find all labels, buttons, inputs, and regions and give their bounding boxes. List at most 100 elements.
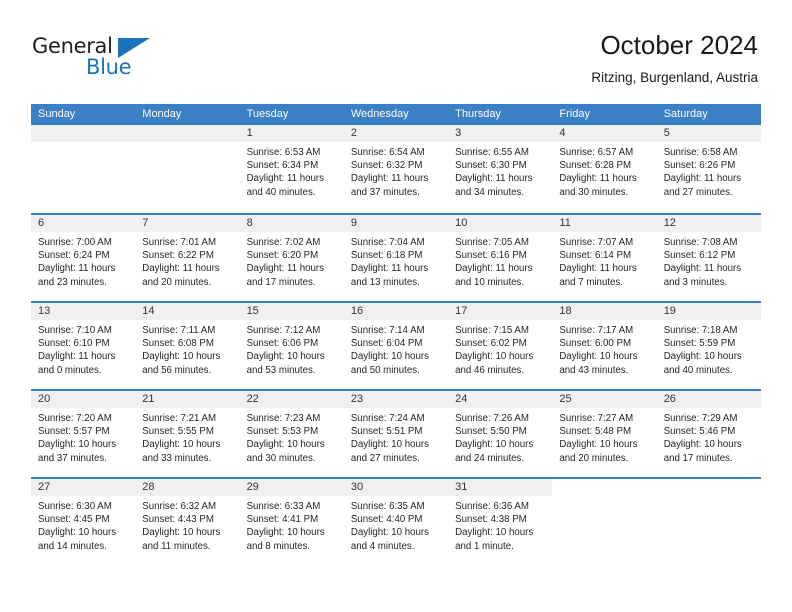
calendar-day-cell[interactable]: 11 Sunrise: 7:07 AM Sunset: 6:14 PM Dayligh… <box>552 215 657 301</box>
daylight-text-line2: and 43 minutes. <box>559 364 629 376</box>
sunrise-text: Sunrise: 6:54 AM <box>350 147 425 158</box>
calendar-weeks: 1 Sunrise: 6:53 AM Sunset: 6:34 PM Daylight… <box>31 125 761 565</box>
calendar-day-cell[interactable]: 14 Sunrise: 7:11 AM Sunset: 6:08 PM Dayligh… <box>135 303 240 389</box>
sunset-text: Sunset: 6:08 PM <box>142 338 214 350</box>
sunrise-text: Sunrise: 7:23 AM <box>246 413 321 424</box>
sunrise-text: Sunrise: 7:18 AM <box>663 325 738 336</box>
calendar-day-cell[interactable]: 31 Sunrise: 6:36 AM Sunset: 4:38 PM Dayligh… <box>448 479 553 565</box>
day-number: 4 <box>552 125 657 142</box>
sunrise-text: Sunrise: 6:36 AM <box>455 501 529 512</box>
calendar-day-cell[interactable]: 5 Sunrise: 6:58 AM Sunset: 6:26 PM Daylight… <box>656 125 761 213</box>
day-number: 29 <box>239 479 344 496</box>
title-block: October 2024 Ritzing, Burgenland, Austri… <box>591 30 758 85</box>
calendar-day-cell[interactable]: 12 Sunrise: 7:08 AM Sunset: 6:12 PM Dayligh… <box>656 215 761 301</box>
calendar-day-cell[interactable]: 16 Sunrise: 7:14 AM Sunset: 6:04 PM Dayligh… <box>343 303 449 389</box>
daylight-text-line2: and 40 minutes. <box>246 186 316 198</box>
sunrise-text: Sunrise: 7:02 AM <box>246 237 321 248</box>
calendar-day-cell[interactable]: 1 Sunrise: 6:53 AM Sunset: 6:34 PM Daylight… <box>239 125 344 213</box>
general-blue-logo[interactable]: General Blue <box>32 36 212 84</box>
daylight-text-line2: and 34 minutes. <box>455 186 525 198</box>
sunrise-text: Sunrise: 7:11 AM <box>142 325 216 336</box>
sunrise-text: Sunrise: 7:08 AM <box>663 237 738 248</box>
day-details: Sunrise: 7:26 AM Sunset: 5:50 PM Daylight:… <box>448 408 552 465</box>
daylight-text-line1: Daylight: 11 hours <box>350 263 429 275</box>
day-details: Sunrise: 7:12 AM Sunset: 6:06 PM Daylight:… <box>240 320 344 377</box>
day-number: 1 <box>239 125 344 142</box>
calendar-day-cell[interactable]: 15 Sunrise: 7:12 AM Sunset: 6:06 PM Dayligh… <box>239 303 344 389</box>
calendar-day-cell[interactable]: 25 Sunrise: 7:27 AM Sunset: 5:48 PM Dayligh… <box>552 391 657 477</box>
calendar-day-cell[interactable]: 13 Sunrise: 7:10 AM Sunset: 6:10 PM Dayligh… <box>31 303 136 389</box>
calendar-grid: Sunday Monday Tuesday Wednesday Thursday… <box>31 104 761 565</box>
sunrise-text: Sunrise: 7:21 AM <box>142 413 217 424</box>
sunrise-text: Sunrise: 7:29 AM <box>663 413 738 424</box>
calendar-day-cell[interactable]: 10 Sunrise: 7:05 AM Sunset: 6:16 PM Dayligh… <box>448 215 553 301</box>
calendar-day-cell[interactable]: 26 Sunrise: 7:29 AM Sunset: 5:46 PM Dayligh… <box>656 391 761 477</box>
sunset-text: Sunset: 6:18 PM <box>350 250 423 262</box>
daylight-text-line2: and 30 minutes. <box>246 452 316 464</box>
calendar-day-cell[interactable]: 3 Sunrise: 6:55 AM Sunset: 6:30 PM Daylight… <box>448 125 553 213</box>
calendar-day-cell[interactable]: 28 Sunrise: 6:32 AM Sunset: 4:43 PM Dayligh… <box>135 479 240 565</box>
daylight-text-line2: and 24 minutes. <box>455 452 525 464</box>
day-details: Sunrise: 6:57 AM Sunset: 6:28 PM Daylight:… <box>552 142 656 199</box>
day-number: 30 <box>343 479 449 496</box>
calendar-day-cell[interactable]: 18 Sunrise: 7:17 AM Sunset: 6:00 PM Dayligh… <box>552 303 657 389</box>
calendar-day-cell-empty <box>656 479 761 565</box>
daylight-text-line2: and 33 minutes. <box>142 452 212 464</box>
sunset-text: Sunset: 5:59 PM <box>663 338 736 350</box>
calendar-day-cell[interactable]: 30 Sunrise: 6:35 AM Sunset: 4:40 PM Dayligh… <box>343 479 449 565</box>
calendar-day-cell[interactable]: 4 Sunrise: 6:57 AM Sunset: 6:28 PM Daylight… <box>552 125 657 213</box>
sunset-text: Sunset: 6:00 PM <box>559 338 632 350</box>
calendar-week-row: 27 Sunrise: 6:30 AM Sunset: 4:45 PM Dayligh… <box>31 477 761 565</box>
sunset-text: Sunset: 5:57 PM <box>38 426 110 438</box>
sunrise-text: Sunrise: 7:26 AM <box>455 413 529 424</box>
sunrise-text: Sunrise: 6:57 AM <box>559 147 634 158</box>
day-number: 16 <box>343 303 449 320</box>
calendar-day-cell[interactable]: 2 Sunrise: 6:54 AM Sunset: 6:32 PM Daylight… <box>343 125 449 213</box>
sunset-text: Sunset: 4:43 PM <box>142 514 214 526</box>
day-number <box>656 479 761 496</box>
day-details: Sunrise: 6:33 AM Sunset: 4:41 PM Daylight:… <box>240 496 344 553</box>
calendar-day-cell[interactable]: 19 Sunrise: 7:18 AM Sunset: 5:59 PM Dayligh… <box>656 303 761 389</box>
calendar-day-cell[interactable]: 27 Sunrise: 6:30 AM Sunset: 4:45 PM Dayligh… <box>31 479 136 565</box>
day-number: 28 <box>135 479 240 496</box>
day-number: 9 <box>343 215 449 232</box>
daylight-text-line1: Daylight: 10 hours <box>455 527 534 539</box>
day-number: 3 <box>448 125 553 142</box>
day-details: Sunrise: 7:21 AM Sunset: 5:55 PM Daylight:… <box>135 408 239 465</box>
calendar-day-cell[interactable]: 22 Sunrise: 7:23 AM Sunset: 5:53 PM Dayligh… <box>239 391 344 477</box>
calendar-day-cell[interactable]: 9 Sunrise: 7:04 AM Sunset: 6:18 PM Daylight… <box>343 215 449 301</box>
sunset-text: Sunset: 5:51 PM <box>350 426 423 438</box>
day-number: 31 <box>448 479 553 496</box>
daylight-text-line2: and 0 minutes. <box>38 364 102 376</box>
sunset-text: Sunset: 6:10 PM <box>38 338 110 350</box>
calendar-day-cell[interactable]: 20 Sunrise: 7:20 AM Sunset: 5:57 PM Dayligh… <box>31 391 136 477</box>
calendar-day-cell[interactable]: 23 Sunrise: 7:24 AM Sunset: 5:51 PM Dayligh… <box>343 391 449 477</box>
daylight-text-line1: Daylight: 10 hours <box>350 439 429 451</box>
day-number: 20 <box>31 391 136 408</box>
sunrise-text: Sunrise: 7:24 AM <box>350 413 425 424</box>
calendar-day-cell[interactable]: 8 Sunrise: 7:02 AM Sunset: 6:20 PM Daylight… <box>239 215 344 301</box>
calendar-day-cell[interactable]: 17 Sunrise: 7:15 AM Sunset: 6:02 PM Dayligh… <box>448 303 553 389</box>
sunrise-text: Sunrise: 6:53 AM <box>246 147 321 158</box>
daylight-text-line2: and 8 minutes. <box>246 540 311 552</box>
calendar-day-cell[interactable]: 21 Sunrise: 7:21 AM Sunset: 5:55 PM Dayligh… <box>135 391 240 477</box>
calendar-day-cell[interactable]: 29 Sunrise: 6:33 AM Sunset: 4:41 PM Dayligh… <box>239 479 344 565</box>
day-number <box>552 479 657 496</box>
daylight-text-line2: and 20 minutes. <box>142 276 212 288</box>
calendar-day-cell[interactable]: 6 Sunrise: 7:00 AM Sunset: 6:24 PM Daylight… <box>31 215 136 301</box>
daylight-text-line1: Daylight: 11 hours <box>455 173 533 185</box>
sunrise-text: Sunrise: 7:20 AM <box>38 413 112 424</box>
daylight-text-line1: Daylight: 11 hours <box>455 263 533 275</box>
page-subtitle: Ritzing, Burgenland, Austria <box>591 70 758 86</box>
sunrise-text: Sunrise: 6:58 AM <box>663 147 738 158</box>
weekday-header-tuesday: Tuesday <box>246 108 289 120</box>
day-details: Sunrise: 6:32 AM Sunset: 4:43 PM Daylight:… <box>135 496 239 553</box>
day-number: 13 <box>31 303 136 320</box>
daylight-text-line2: and 10 minutes. <box>455 276 525 288</box>
logo-text-blue: Blue <box>86 55 132 79</box>
calendar-day-cell[interactable]: 7 Sunrise: 7:01 AM Sunset: 6:22 PM Daylight… <box>135 215 240 301</box>
calendar-day-cell[interactable]: 24 Sunrise: 7:26 AM Sunset: 5:50 PM Dayligh… <box>448 391 553 477</box>
daylight-text-line2: and 50 minutes. <box>350 364 420 376</box>
day-details: Sunrise: 7:23 AM Sunset: 5:53 PM Daylight:… <box>240 408 344 465</box>
day-number: 22 <box>239 391 344 408</box>
